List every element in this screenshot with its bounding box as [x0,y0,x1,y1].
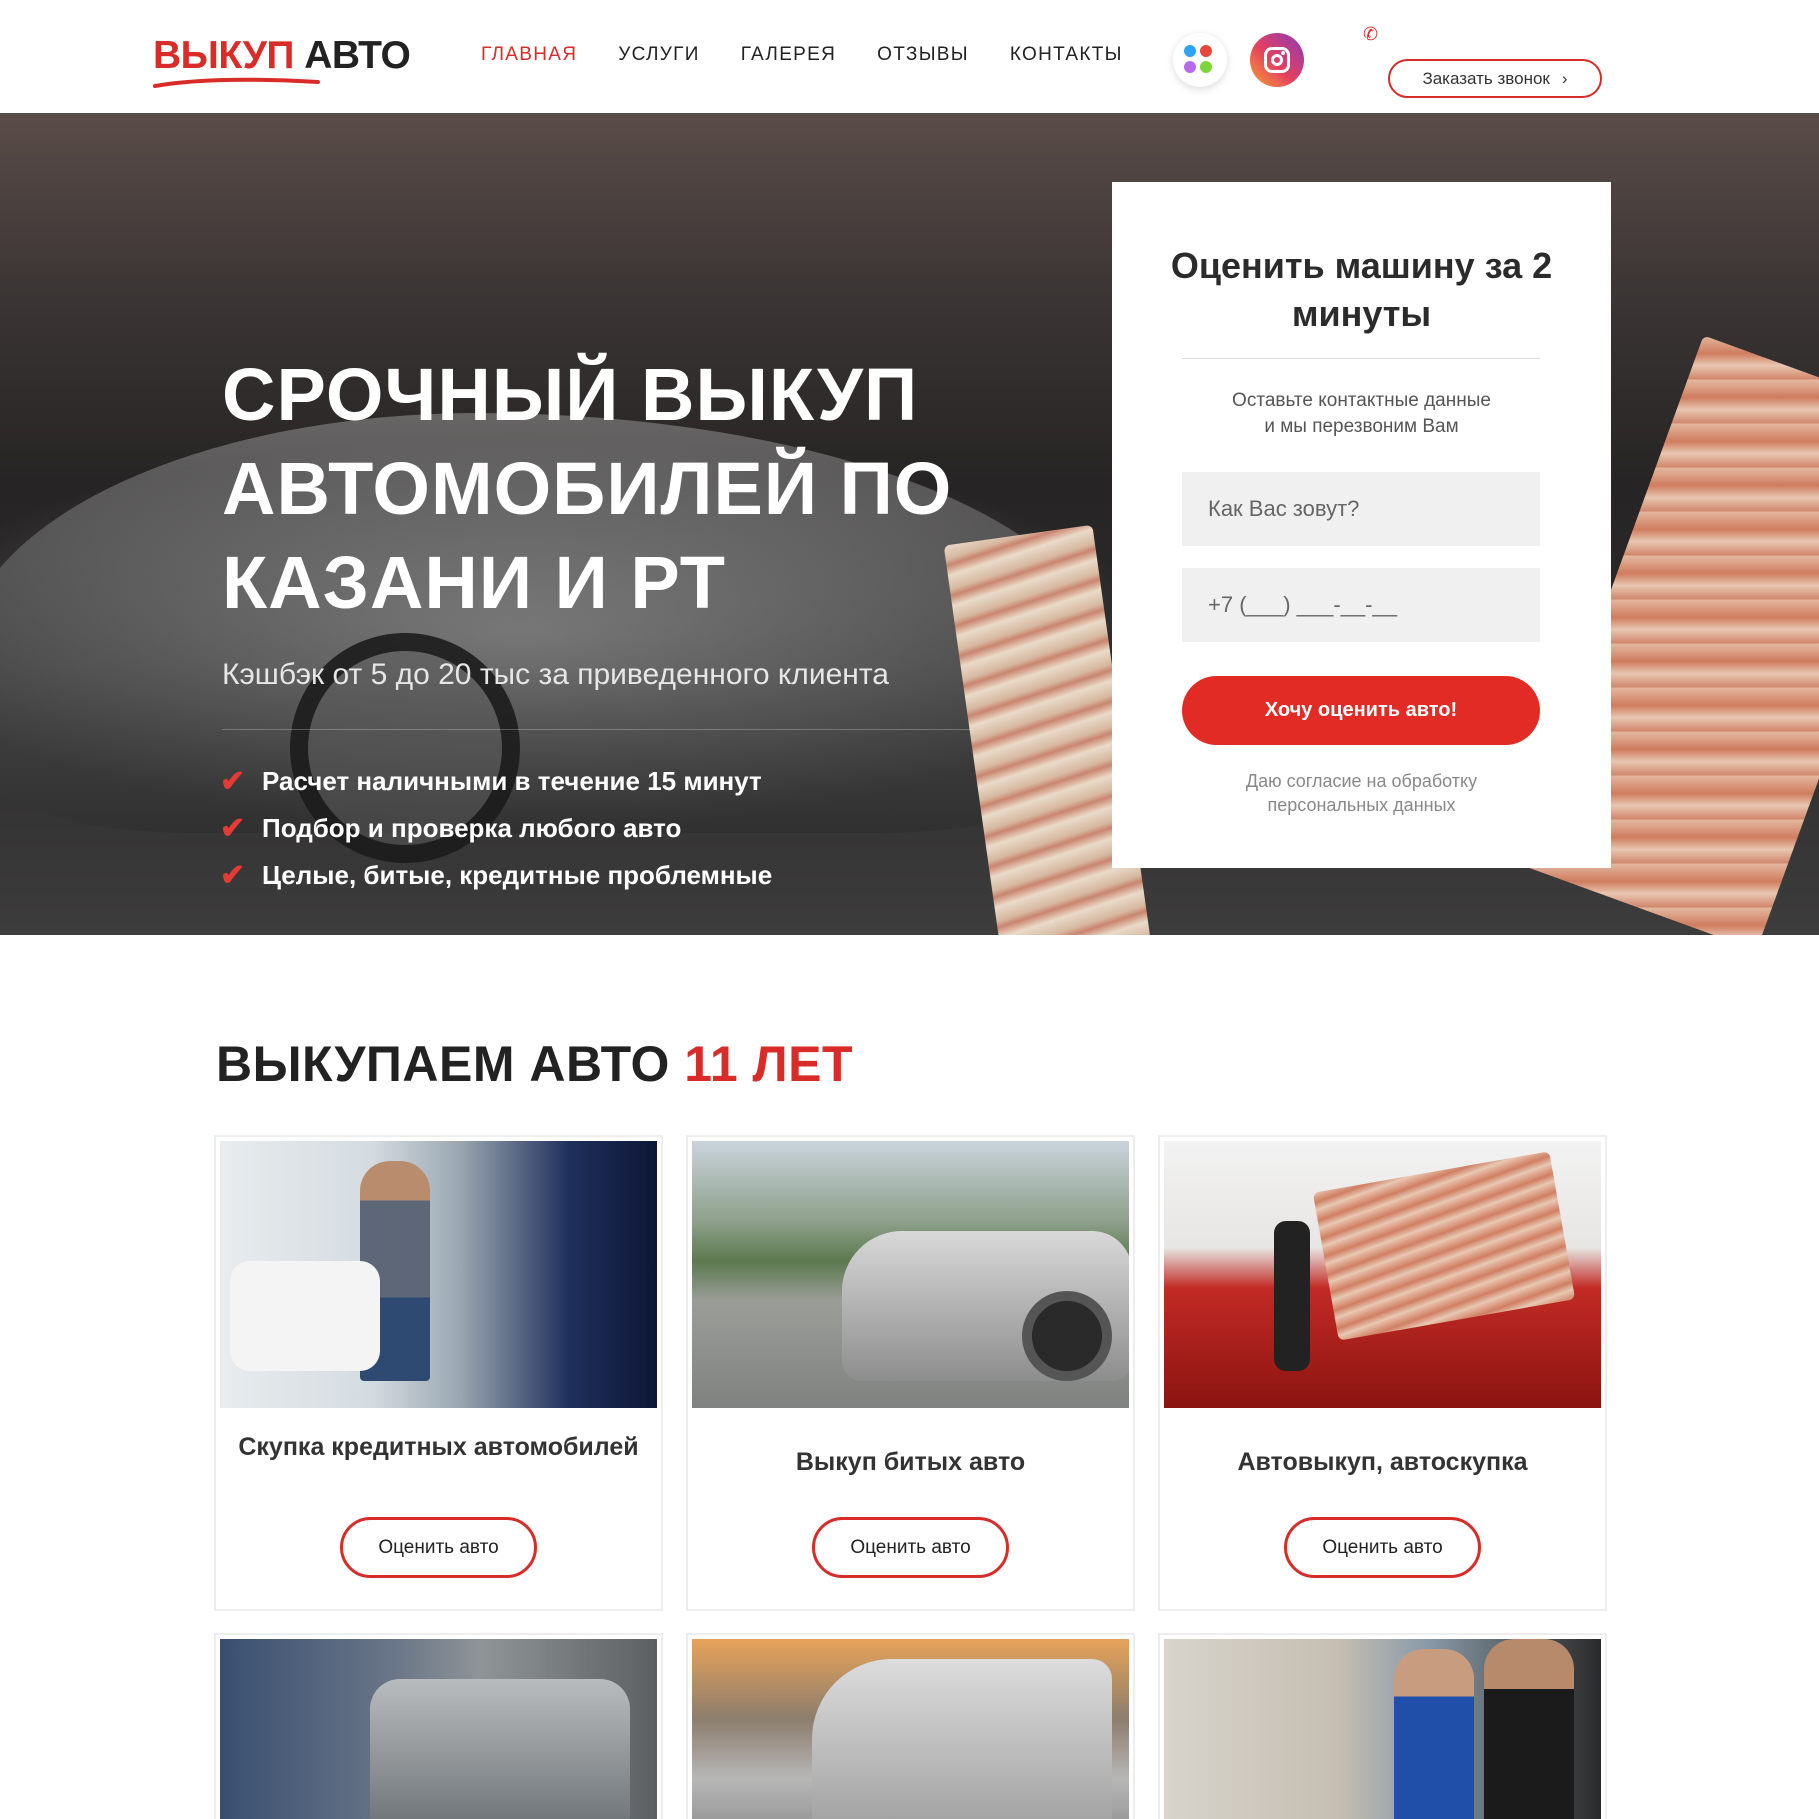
dots-social-icon[interactable] [1173,33,1227,87]
hero-subtitle: Кэшбэк от 5 до 20 тыс за приведенного кл… [222,658,889,691]
instagram-icon[interactable] [1250,33,1304,87]
nav-item-contacts[interactable]: КОНТАКТЫ [1010,44,1123,66]
benefit-item: ✔ Подбор и проверка любого авто [220,812,682,845]
form-divider [1182,358,1540,359]
service-card-title: Скупка кредитных автомобилей [238,1433,639,1461]
service-card: Скупка кредитных автомобилей Оценить авт… [214,1135,663,1611]
chevron-right-icon: › [1561,68,1568,88]
submit-evaluation-button[interactable]: Хочу оценить авто! [1182,676,1540,745]
crashed-cars-image [220,1639,657,1819]
service-card-title: Выкуп битых авто [795,1448,1026,1476]
hero-title: СРОЧНЫЙ ВЫКУП АВТОМОБИЛЕЙ ПО КАЗАНИ И РТ [222,353,953,624]
logo-swoosh-icon [153,77,320,88]
nav-item-home[interactable]: ГЛАВНАЯ [481,44,577,66]
phone-input[interactable] [1182,568,1540,642]
site-header: ВЫКУП АВТО ГЛАВНАЯ УСЛУГИ ГАЛЕРЕЯ ОТЗЫВЫ… [0,0,1819,113]
benefit-item: ✔ Расчет наличными в течение 15 минут [220,765,762,798]
form-description: Оставьте контактные данные и мы перезвон… [1232,390,1491,437]
car-inspection-image [1164,1639,1601,1819]
services-title: ВЫКУПАЕМ АВТО 11 ЛЕТ [216,1036,854,1092]
nav-item-gallery[interactable]: ГАЛЕРЕЯ [741,44,836,66]
service-card [686,1633,1135,1819]
check-icon: ✔ [220,859,246,892]
service-card [1158,1633,1607,1819]
keys-money-image [1164,1141,1601,1408]
callback-button-label: Заказать звонок [1422,68,1550,88]
form-title: Оценить машину за 2 минуты [1170,245,1553,334]
logo-text-dark: АВТО [304,34,411,77]
broken-headlight-image [692,1639,1129,1819]
logo-text-red: ВЫКУП [153,34,294,77]
phone-icon[interactable]: ✆ [1363,24,1378,45]
logo[interactable]: ВЫКУП АВТО [153,34,433,94]
evaluate-button[interactable]: Оценить авто [812,1517,1009,1578]
evaluate-button[interactable]: Оценить авто [1284,1517,1481,1578]
credit-car-image [220,1141,657,1408]
damaged-car-image [692,1141,1129,1408]
nav-item-reviews[interactable]: ОТЗЫВЫ [877,44,969,66]
consent-text: Даю согласие на обработку персональных д… [1245,771,1478,815]
service-card: Автовыкуп, автоскупка Оценить авто [1158,1135,1607,1611]
check-icon: ✔ [220,812,246,845]
main-nav: ГЛАВНАЯ УСЛУГИ ГАЛЕРЕЯ ОТЗЫВЫ КОНТАКТЫ [481,44,1164,66]
service-card [214,1633,663,1819]
service-card: Выкуп битых авто Оценить авто [686,1135,1135,1611]
benefits-list: ✔ Расчет наличными в течение 15 минут ✔ … [220,758,772,899]
service-card-title: Автовыкуп, автоскупка [1237,1448,1528,1476]
evaluation-form: Оценить машину за 2 минуты Оставьте конт… [1112,182,1611,868]
benefit-item: ✔ Целые, битые, кредитные проблемные [220,859,773,892]
nav-item-services[interactable]: УСЛУГИ [618,44,699,66]
hero-divider [222,729,972,730]
name-input[interactable] [1182,472,1540,546]
evaluate-button[interactable]: Оценить авто [340,1517,537,1578]
check-icon: ✔ [220,765,246,798]
callback-button[interactable]: Заказать звонок › [1388,59,1602,98]
